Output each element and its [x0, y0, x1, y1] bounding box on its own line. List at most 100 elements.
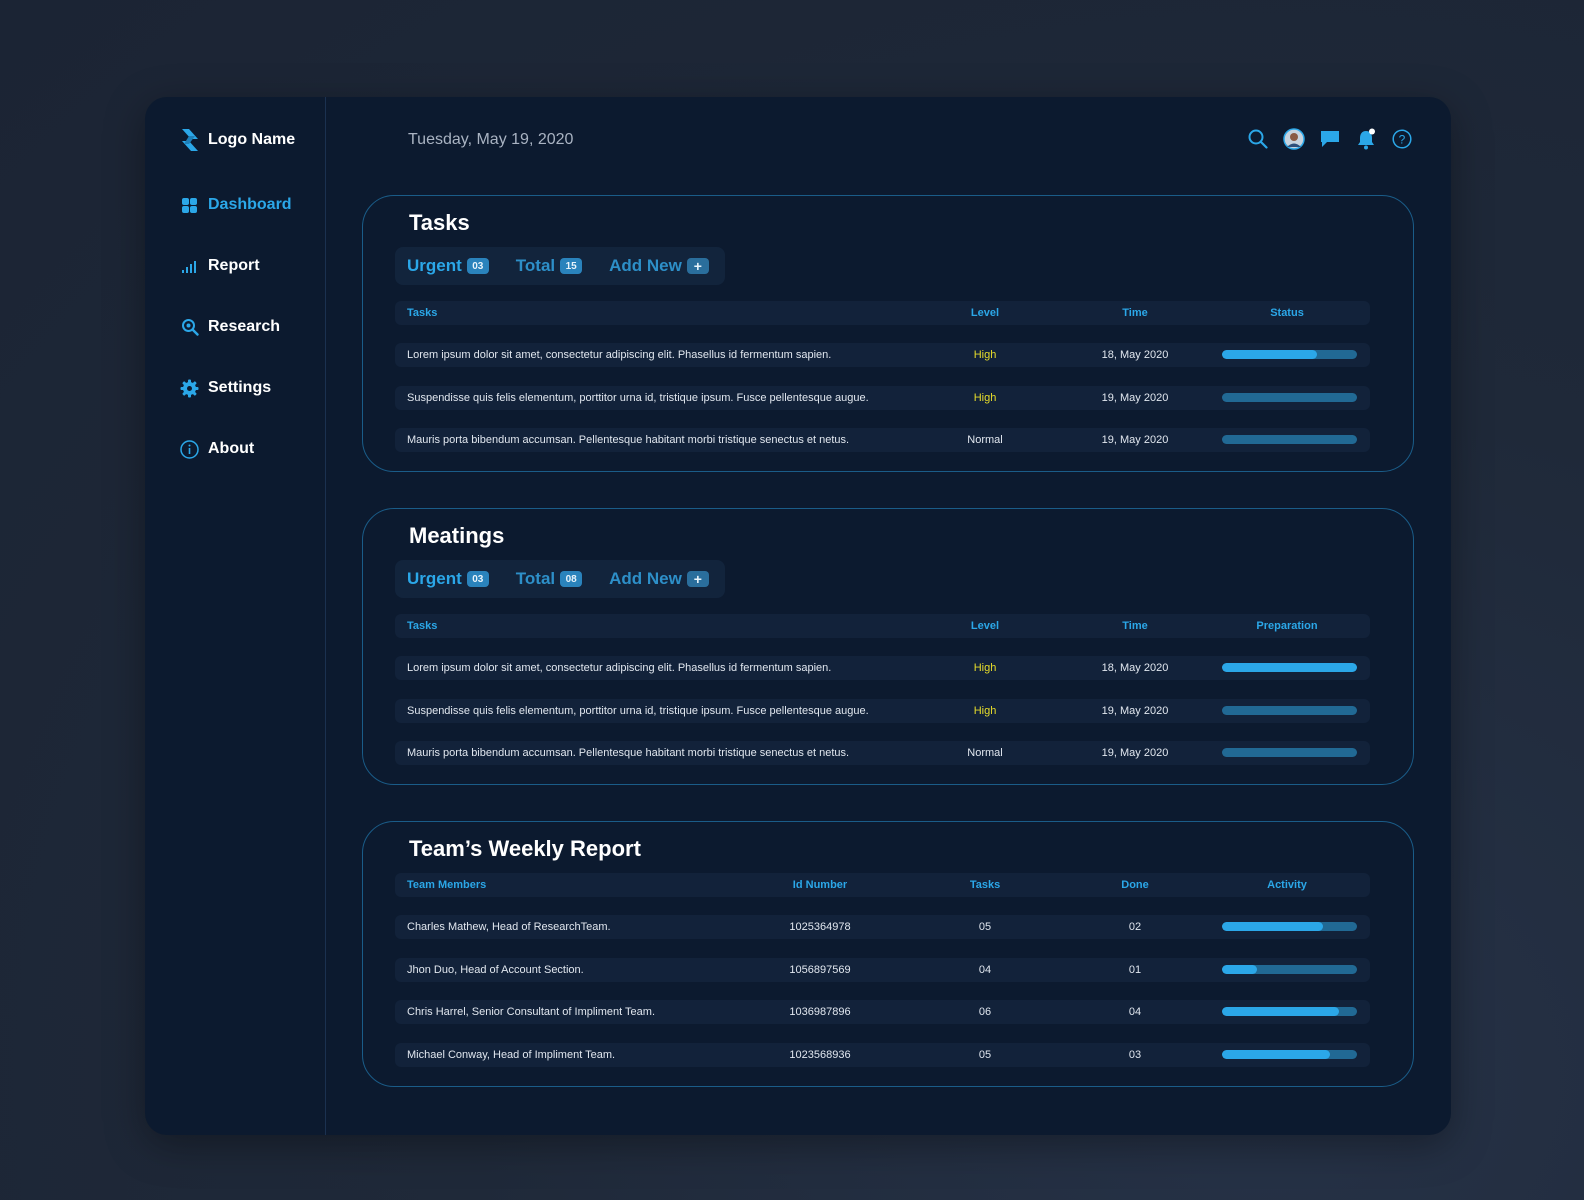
- column-header: Id Number: [792, 879, 848, 891]
- level-text: High: [973, 662, 997, 674]
- level-text: High: [973, 349, 997, 361]
- meetings-tabs: Urgent 03 Total 08 Add New +: [395, 560, 725, 598]
- table-row[interactable]: Michael Conway, Head of Impliment Team. …: [395, 1043, 1370, 1067]
- id-number: 1056897569: [789, 964, 851, 976]
- column-header: Time: [1122, 620, 1148, 632]
- tasks-count: 05: [978, 921, 992, 933]
- time-text: 19, May 2020: [1101, 747, 1169, 759]
- logo-icon: [182, 129, 198, 151]
- tasks-count: 06: [978, 1006, 992, 1018]
- search-icon[interactable]: [1247, 128, 1269, 150]
- tab-label: Total: [515, 256, 556, 275]
- done-count: 01: [1128, 964, 1142, 976]
- table-row[interactable]: Mauris porta bibendum accumsan. Pellente…: [395, 741, 1370, 765]
- tasks-count: 05: [978, 1049, 992, 1061]
- meetings-card: Meatings Urgent 03 Total 08 Add New + Ta…: [362, 508, 1414, 785]
- done-count: 04: [1128, 1006, 1142, 1018]
- column-header: Level: [970, 307, 1000, 319]
- plus-icon: +: [686, 258, 709, 274]
- tab-label: Add New: [609, 256, 682, 275]
- search-icon: [180, 318, 199, 337]
- task-text: Mauris porta bibendum accumsan. Pellente…: [407, 747, 850, 759]
- column-header: Activity: [1267, 879, 1307, 891]
- dashboard-icon: [180, 196, 199, 215]
- preparation-bar-fill: [1222, 663, 1357, 672]
- card-title: Tasks: [409, 210, 470, 235]
- sidebar: Logo Name Dashboard Report Research Sett…: [145, 97, 326, 1135]
- status-bar-fill: [1222, 350, 1317, 359]
- table-row[interactable]: Jhon Duo, Head of Account Section. 10568…: [395, 958, 1370, 982]
- activity-bar-fill: [1222, 965, 1258, 974]
- add-new-meeting-button[interactable]: Add New +: [609, 569, 709, 589]
- sidebar-item-label: Research: [208, 318, 281, 335]
- status-bar: [1222, 393, 1357, 402]
- time-text: 19, May 2020: [1101, 434, 1169, 446]
- member-text: Jhon Duo, Head of Account Section.: [407, 964, 584, 976]
- column-header: Tasks: [407, 620, 438, 632]
- tasks-card: Tasks Urgent 03 Total 15 Add New + Tasks…: [362, 195, 1414, 472]
- task-text: Lorem ipsum dolor sit amet, consectetur …: [407, 662, 832, 674]
- table-row[interactable]: Lorem ipsum dolor sit amet, consectetur …: [395, 656, 1370, 680]
- time-text: 18, May 2020: [1101, 662, 1169, 674]
- status-bar: [1222, 435, 1357, 444]
- logo[interactable]: Logo Name: [180, 127, 295, 153]
- card-title: Team’s Weekly Report: [409, 836, 641, 861]
- sidebar-item-label: Dashboard: [208, 196, 292, 213]
- sidebar-item-dashboard[interactable]: Dashboard: [180, 194, 292, 216]
- chat-icon[interactable]: [1319, 128, 1341, 150]
- sidebar-item-label: About: [208, 440, 255, 457]
- tab-label: Urgent: [407, 569, 462, 588]
- count-badge: 08: [560, 571, 583, 587]
- tab-urgent[interactable]: Urgent 03: [407, 569, 489, 589]
- activity-bar: [1222, 965, 1357, 974]
- tab-total[interactable]: Total 15: [515, 256, 583, 276]
- table-row[interactable]: Suspendisse quis felis elementum, portti…: [395, 699, 1370, 723]
- help-icon[interactable]: ?: [1391, 128, 1413, 150]
- level-text: Normal: [967, 747, 1003, 759]
- status-bar: [1222, 350, 1357, 359]
- bar-chart-icon: [180, 257, 199, 276]
- task-text: Lorem ipsum dolor sit amet, consectetur …: [407, 349, 832, 361]
- logo-name: Logo Name: [208, 131, 296, 148]
- time-text: 18, May 2020: [1101, 349, 1169, 361]
- table-header: Tasks Level Time Status: [395, 301, 1370, 325]
- plus-icon: +: [686, 571, 709, 587]
- activity-bar-fill: [1222, 922, 1324, 931]
- count-badge: 03: [466, 571, 489, 587]
- count-badge: 15: [560, 258, 583, 274]
- activity-bar: [1222, 1050, 1357, 1059]
- sidebar-item-about[interactable]: About: [180, 438, 292, 460]
- tab-total[interactable]: Total 08: [516, 569, 583, 589]
- bell-icon[interactable]: [1355, 128, 1377, 150]
- table-row[interactable]: Suspendisse quis felis elementum, portti…: [395, 386, 1370, 410]
- level-text: Normal: [967, 434, 1003, 446]
- card-title: Meatings: [409, 523, 505, 548]
- svg-text:?: ?: [1399, 133, 1406, 147]
- done-count: 03: [1128, 1049, 1142, 1061]
- table-row[interactable]: Lorem ipsum dolor sit amet, consectetur …: [395, 343, 1370, 367]
- preparation-bar: [1222, 748, 1357, 757]
- sidebar-item-report[interactable]: Report: [180, 255, 292, 277]
- table-row[interactable]: Mauris porta bibendum accumsan. Pellente…: [395, 428, 1370, 452]
- info-icon: [180, 439, 199, 459]
- top-toolbar: ?: [1247, 128, 1413, 150]
- tab-label: Add New: [609, 569, 682, 588]
- activity-bar: [1222, 922, 1357, 931]
- sidebar-item-label: Settings: [208, 379, 272, 396]
- sidebar-item-research[interactable]: Research: [180, 316, 292, 338]
- avatar[interactable]: [1283, 128, 1305, 150]
- sidebar-item-settings[interactable]: Settings: [180, 377, 292, 399]
- tab-urgent[interactable]: Urgent 03: [407, 256, 489, 276]
- tasks-count: 04: [978, 964, 992, 976]
- id-number: 1025364978: [789, 921, 851, 933]
- tab-label: Urgent: [407, 256, 462, 275]
- activity-bar-fill: [1222, 1007, 1340, 1016]
- column-header: Tasks: [969, 879, 1001, 891]
- column-header: Tasks: [407, 307, 438, 319]
- level-text: High: [973, 392, 997, 404]
- add-new-task-button[interactable]: Add New +: [609, 256, 709, 276]
- table-row[interactable]: Chris Harrel, Senior Consultant of Impli…: [395, 1000, 1370, 1024]
- activity-bar-fill: [1222, 1050, 1330, 1059]
- column-header: Done: [1121, 879, 1149, 891]
- table-row[interactable]: Charles Mathew, Head of ResearchTeam. 10…: [395, 915, 1370, 939]
